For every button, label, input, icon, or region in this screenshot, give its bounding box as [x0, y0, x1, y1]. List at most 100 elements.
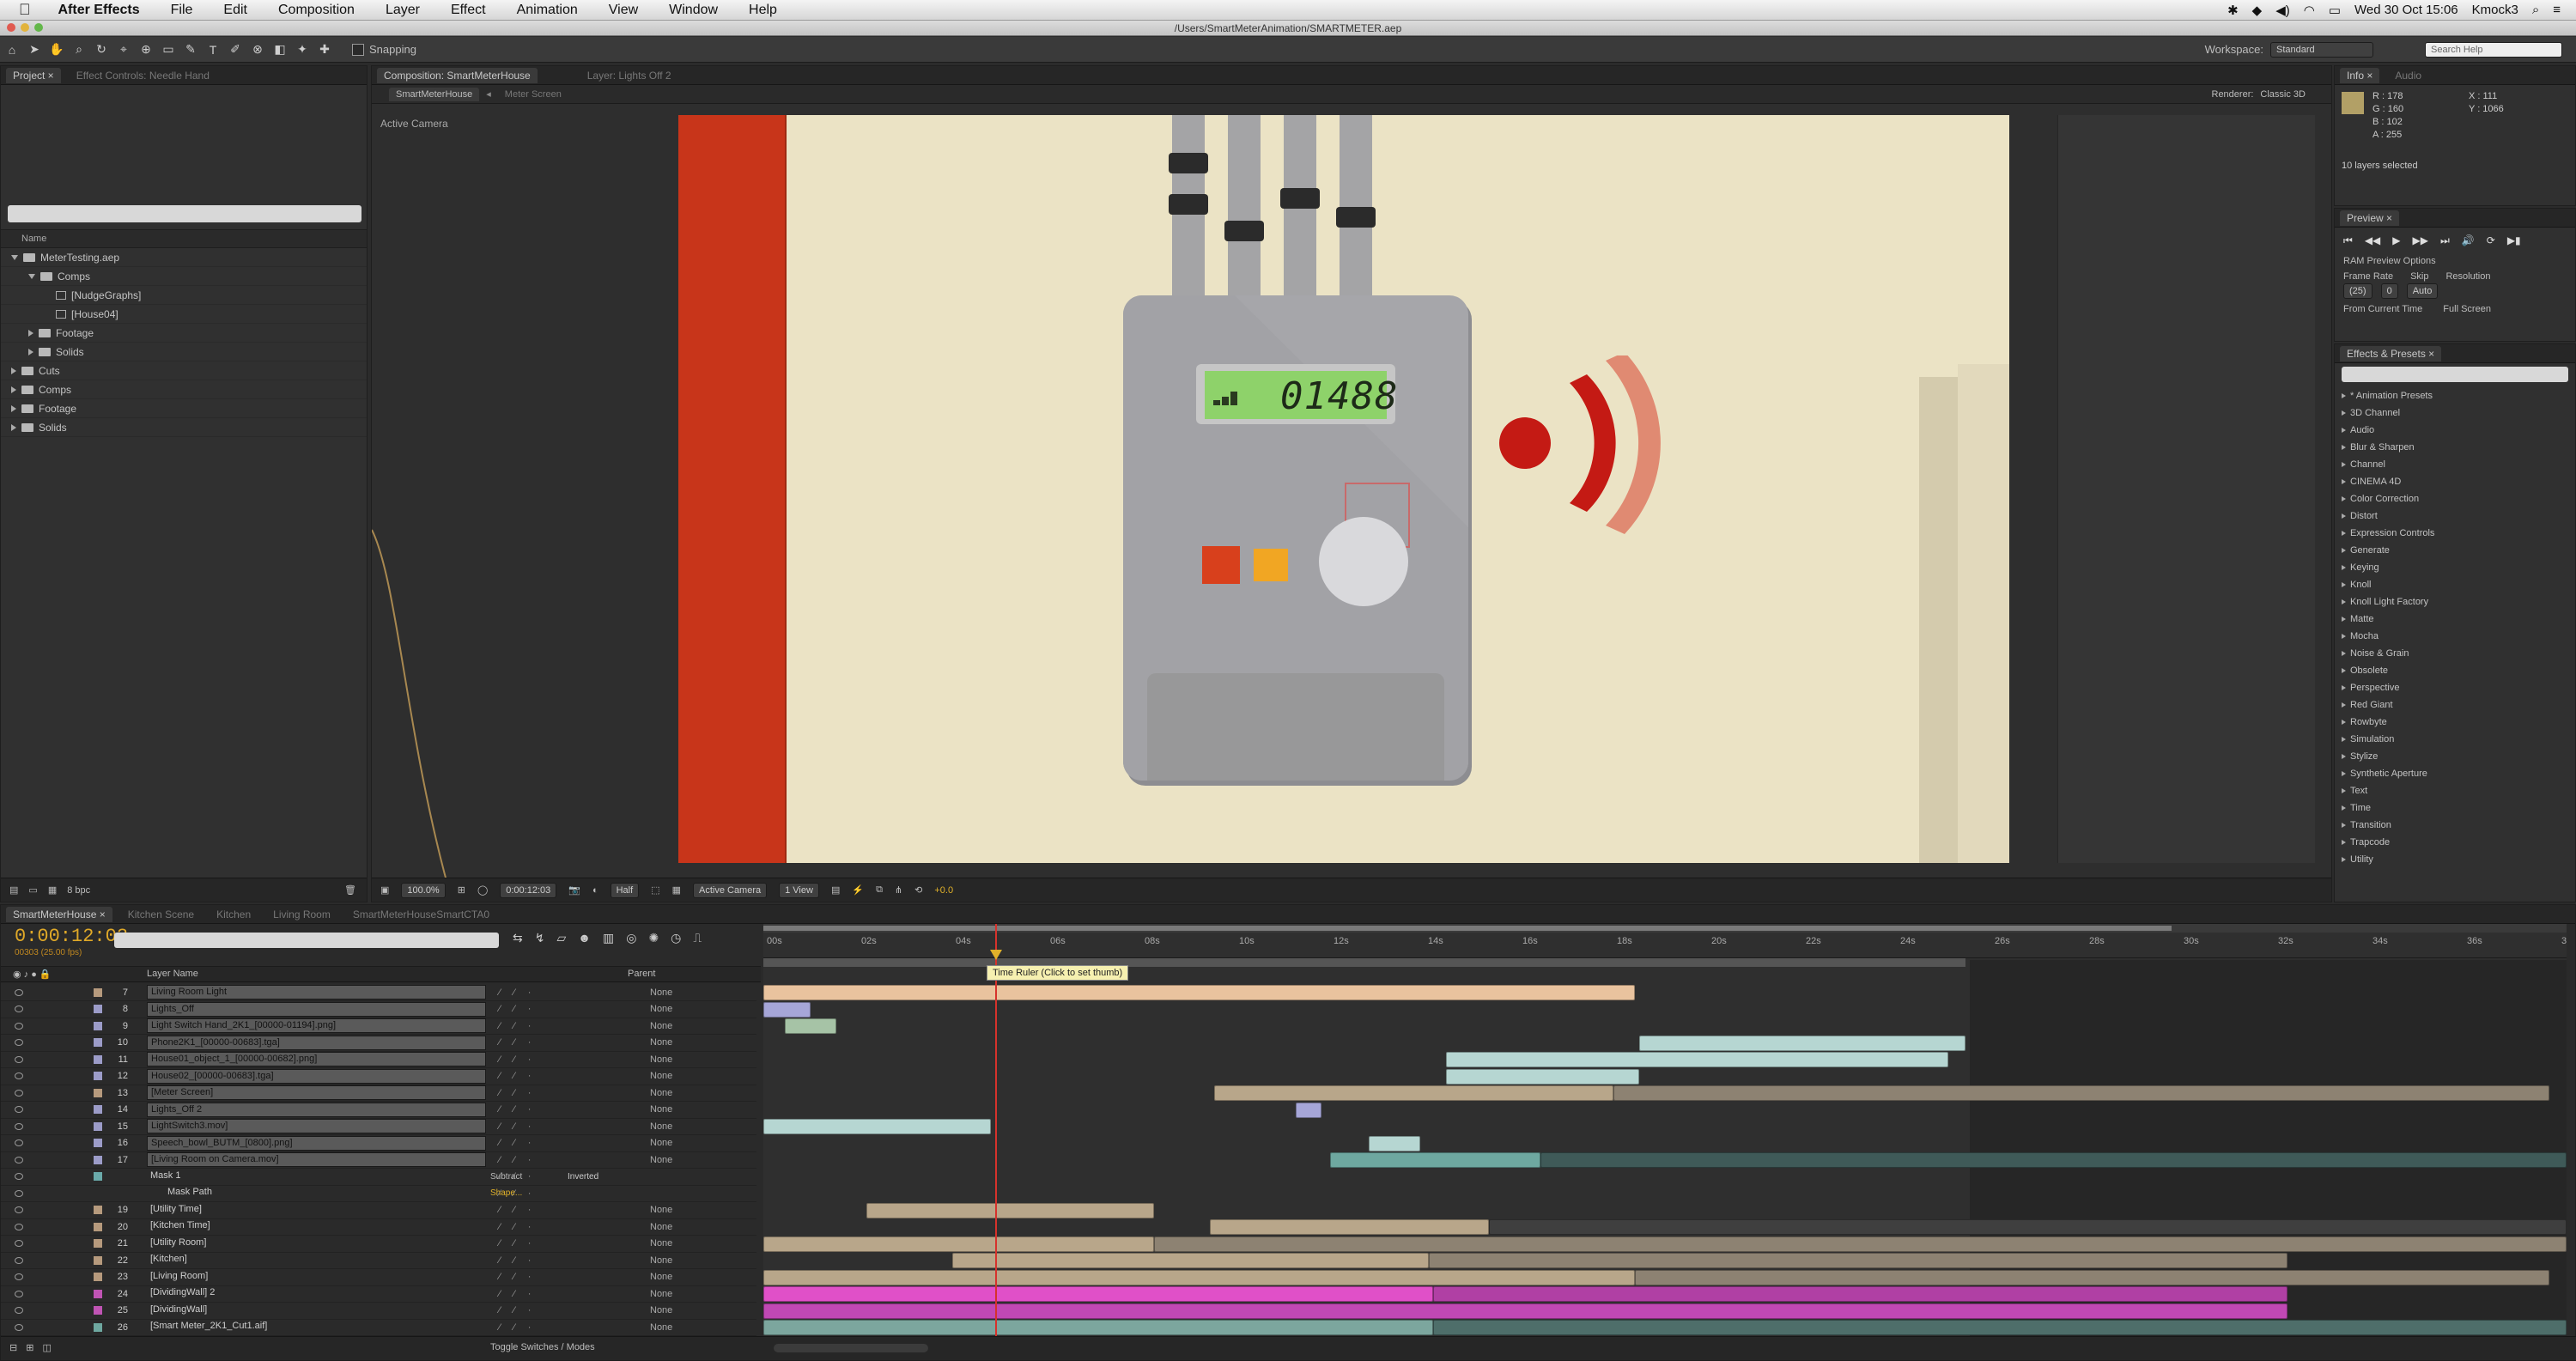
visibility-eye-icon[interactable] [15, 1206, 23, 1213]
label-color-swatch[interactable] [94, 1021, 102, 1030]
pan-behind-tool-icon[interactable]: ⊕ [136, 40, 156, 59]
zoom-window-icon[interactable] [34, 23, 43, 32]
time-graph[interactable]: 00s 02s 04s 06s 08s 10s 12s 14s 16s 18s 20s 22s 24s 2… [763, 924, 2567, 1336]
layer-duration-bar[interactable] [952, 1253, 1429, 1268]
effects-category[interactable]: Mocha [2335, 628, 2575, 645]
effects-category[interactable]: Perspective [2335, 679, 2575, 696]
disclosure-triangle-icon[interactable] [2342, 651, 2346, 656]
layer-duration-bar[interactable] [1540, 1152, 2567, 1168]
show-channel-icon[interactable]: ◐ [592, 885, 598, 896]
next-frame-icon[interactable]: ▶▶ [2413, 234, 2428, 247]
effects-category[interactable]: CINEMA 4D [2335, 473, 2575, 490]
disclosure-triangle-icon[interactable] [11, 254, 18, 260]
layer-name[interactable]: Living Room Light [147, 985, 486, 999]
magnification-select[interactable]: 100.0% [401, 882, 446, 898]
current-time-indicator[interactable] [995, 924, 997, 1336]
layer-switches[interactable]: ⁄ ⁄ · [499, 1322, 536, 1333]
layer-name[interactable]: [Living Room] [147, 1270, 486, 1285]
label-color-swatch[interactable] [94, 1273, 102, 1281]
notification-icon[interactable]: ≡ [2553, 3, 2561, 17]
menu-effect[interactable]: Effect [435, 3, 501, 18]
layer-duration-bar[interactable] [1369, 1135, 1420, 1151]
spotlight-icon[interactable]: ⌕ [2532, 3, 2539, 17]
menu-window[interactable]: Window [653, 3, 733, 18]
live-update-icon[interactable]: ↯ [535, 931, 545, 945]
fast-previews-icon[interactable]: ⚡ [852, 884, 864, 896]
disclosure-triangle-icon[interactable] [11, 386, 16, 393]
draft-3d-icon[interactable]: ▱ [556, 931, 566, 945]
layer-switches[interactable]: ⁄ ⁄ · [499, 1272, 536, 1282]
disclosure-triangle-icon[interactable] [2342, 668, 2346, 673]
bpc-toggle[interactable]: 8 bpc [67, 885, 90, 896]
effects-category[interactable]: Channel [2335, 456, 2575, 473]
disclosure-triangle-icon[interactable] [2342, 617, 2346, 622]
tab-audio[interactable]: Audio [2388, 68, 2428, 83]
parent-select[interactable]: None [650, 1322, 672, 1333]
effects-category[interactable]: Synthetic Aperture [2335, 765, 2575, 782]
timeline-layer-row[interactable]: Mask 1 ⁄ ⁄ · Subtract Inverted [1, 1169, 756, 1186]
toggle-pixel-icon[interactable]: ▤ [831, 884, 840, 896]
parent-select[interactable]: None [650, 1222, 672, 1232]
menu-user[interactable]: Kmock3 [2472, 3, 2518, 17]
layer-switches[interactable]: ⁄ ⁄ · [499, 1121, 536, 1132]
menu-app-name[interactable]: After Effects [43, 3, 155, 18]
selection-tool-icon[interactable]: ➤ [24, 40, 45, 59]
work-area-bar[interactable] [763, 926, 2172, 931]
visibility-eye-icon[interactable] [15, 1223, 23, 1230]
tab-layer[interactable]: Layer: Lights Off 2 [580, 68, 678, 83]
disclosure-triangle-icon[interactable] [2342, 548, 2346, 553]
label-color-swatch[interactable] [94, 1005, 102, 1013]
layer-duration-bar[interactable] [763, 985, 1635, 1000]
label-color-swatch[interactable] [94, 1088, 102, 1097]
label-color-swatch[interactable] [94, 1322, 102, 1332]
layer-name[interactable]: [DividingWall] [147, 1303, 486, 1318]
parent-select[interactable]: None [650, 1121, 672, 1132]
brush-tool-icon[interactable]: ✐ [225, 40, 246, 59]
disclosure-triangle-icon[interactable] [2342, 565, 2346, 570]
timeline-layer-row[interactable]: 11 House01_object_1_[00000-00682].png] ⁄ ⁄… [1, 1051, 756, 1068]
puppet-tool-icon[interactable]: ✚ [314, 40, 335, 59]
layer-switches[interactable]: ⁄ ⁄ · [499, 1037, 536, 1048]
effects-category[interactable]: Keying [2335, 559, 2575, 576]
visibility-eye-icon[interactable] [15, 1122, 23, 1130]
expand-timing-icon[interactable]: ◫ [42, 1342, 51, 1353]
layer-name[interactable]: [Meter Screen] [147, 1085, 486, 1100]
timeline-layer-row[interactable]: 16 Speech_bowl_BUTM_[0800].png] ⁄ ⁄ · None [1, 1135, 756, 1152]
skip-input[interactable]: 0 [2380, 283, 2398, 299]
disclosure-triangle-icon[interactable] [11, 367, 16, 374]
visibility-eye-icon[interactable] [15, 1240, 23, 1247]
layer-name[interactable]: [Kitchen] [147, 1253, 486, 1267]
effects-category[interactable]: Generate [2335, 542, 2575, 559]
layer-switches[interactable]: ⁄ ⁄ · [499, 1054, 536, 1065]
disclosure-triangle-icon[interactable] [2342, 393, 2346, 398]
effects-category[interactable]: Expression Controls [2335, 525, 2575, 542]
subtab-meter-screen[interactable]: Meter Screen [498, 88, 568, 101]
layer-switches[interactable]: ⁄ ⁄ · [499, 1238, 536, 1249]
project-tree-item[interactable]: [NudgeGraphs] [1, 286, 367, 305]
time-ruler[interactable]: 00s 02s 04s 06s 08s 10s 12s 14s 16s 18s 20s 22s 24s 2… [763, 933, 2567, 958]
layer-switches[interactable]: ⁄ ⁄ · [499, 1071, 536, 1081]
safe-margins-icon[interactable]: ⊞ [458, 884, 465, 896]
parent-select[interactable]: None [650, 1205, 672, 1215]
timeline-layer-row[interactable]: 15 LightSwitch3.mov] ⁄ ⁄ · None [1, 1118, 756, 1135]
effects-category[interactable]: 3D Channel [2335, 404, 2575, 422]
disclosure-triangle-icon[interactable] [2342, 771, 2346, 776]
rectangle-tool-icon[interactable]: ▭ [158, 40, 179, 59]
view-layout-select[interactable]: 1 View [779, 882, 819, 898]
timeline-layer-row[interactable]: 25 [DividingWall] ⁄ ⁄ · None [1, 1303, 756, 1320]
audio-toggle-icon[interactable]: 🔊 [2462, 234, 2475, 247]
visibility-eye-icon[interactable] [15, 1106, 23, 1113]
project-search-input[interactable] [8, 205, 361, 222]
disclosure-triangle-icon[interactable] [2342, 513, 2346, 519]
effects-category[interactable]: Rowbyte [2335, 714, 2575, 731]
layer-duration-bar[interactable] [763, 1303, 2287, 1319]
layer-duration-bar[interactable] [1446, 1068, 1639, 1085]
parent-select[interactable]: None [650, 1255, 672, 1266]
timeline-layer-row[interactable]: 10 Phone2K1_[00000-00683].tga] ⁄ ⁄ · None [1, 1035, 756, 1052]
timeline-layer-row[interactable]: 21 [Utility Room] ⁄ ⁄ · None [1, 1236, 756, 1253]
layer-duration-bar[interactable] [1613, 1085, 2549, 1101]
timeline-layer-row[interactable]: 7 Living Room Light ⁄ ⁄ · None [1, 984, 756, 1001]
reset-exposure-icon[interactable]: ⟲ [914, 884, 922, 896]
layer-duration-bar[interactable] [1433, 1320, 2567, 1335]
layer-duration-bar[interactable] [763, 1320, 1433, 1335]
